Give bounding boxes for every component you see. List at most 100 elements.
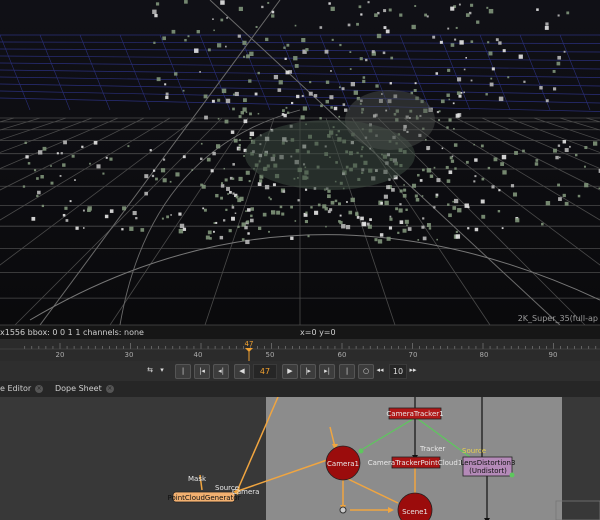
cloud-point [297, 199, 300, 202]
cloud-point [325, 99, 329, 104]
cloud-point [488, 8, 494, 14]
stop-button[interactable]: ○ [358, 364, 374, 379]
cloud-point [62, 163, 66, 167]
panel-tab-bar: e Editor × Dope Sheet × [0, 381, 600, 398]
input-handle[interactable] [358, 448, 364, 454]
tab-label: e Editor [0, 384, 32, 393]
cloud-point [267, 1, 270, 4]
tick-label: 80 [479, 351, 489, 359]
close-icon[interactable]: × [105, 384, 114, 393]
loop-mode-icon[interactable]: ⇆ [143, 364, 157, 377]
cloud-point [406, 224, 408, 227]
cloud-point [415, 198, 420, 202]
play-forward-button[interactable]: ▶ [282, 364, 298, 379]
cloud-point [404, 219, 409, 224]
cloud-point [568, 145, 571, 148]
cloud-point [238, 176, 243, 182]
cloud-point [328, 2, 331, 5]
cloud-point [453, 127, 455, 130]
cloud-point [556, 61, 561, 66]
increment-field[interactable]: 10 [389, 364, 407, 379]
cloud-point [223, 219, 226, 222]
timeline[interactable]: 47 20 30 40 50 60 70 80 90 [0, 339, 600, 361]
first-frame-button[interactable]: | [175, 364, 191, 379]
cloud-point [347, 23, 351, 27]
cloud-point [301, 37, 306, 43]
close-icon[interactable]: × [35, 384, 44, 393]
dot-node[interactable] [339, 506, 347, 514]
cloud-point [544, 25, 549, 30]
cloud-point [522, 149, 525, 153]
frame-field[interactable]: 47 [253, 364, 277, 379]
cloud-point [286, 43, 290, 47]
next-keyframe-button[interactable]: ▸| [319, 364, 335, 379]
cloud-point [232, 93, 235, 96]
cloud-point [165, 95, 169, 100]
cloud-point [202, 207, 205, 210]
cloud-point [414, 5, 417, 7]
cloud-point [339, 43, 342, 47]
skip-back-icon[interactable]: ◂◂ [373, 364, 387, 377]
cloud-point [257, 182, 262, 186]
cloud-point [281, 212, 285, 216]
cloud-point [272, 183, 276, 187]
cloud-point [305, 48, 309, 52]
cloud-point [59, 175, 62, 177]
viewer-canvas[interactable] [0, 0, 600, 325]
cloud-point [566, 11, 570, 15]
tick-label: 90 [548, 351, 558, 359]
cloud-point [577, 194, 581, 198]
cloud-point [281, 113, 285, 116]
previous-keyframe-button[interactable]: |◂ [194, 364, 210, 379]
cloud-point [314, 210, 319, 215]
cloud-point [219, 235, 224, 240]
cloud-point [450, 43, 455, 47]
cloud-point [493, 157, 498, 162]
connection-line [237, 397, 279, 490]
cloud-point [426, 168, 432, 173]
cloud-point [278, 80, 283, 85]
navigator-frame[interactable] [555, 500, 600, 520]
cloud-point [490, 77, 493, 80]
tab-curve-editor[interactable]: e Editor × [0, 384, 44, 393]
step-back-button[interactable]: ◂| [213, 364, 229, 379]
cloud-point [383, 26, 387, 30]
cloud-point [536, 8, 539, 11]
cloud-point [319, 26, 323, 29]
cloud-point [455, 113, 460, 118]
cloud-point [109, 209, 114, 213]
cloud-point [399, 189, 403, 193]
cloud-point [557, 144, 561, 147]
skip-forward-icon[interactable]: ▸▸ [406, 364, 420, 377]
cloud-point [247, 232, 250, 235]
cloud-point [191, 169, 194, 171]
tab-dope-sheet[interactable]: Dope Sheet × [55, 384, 114, 393]
cloud-point [399, 203, 402, 206]
loop-dropdown-icon[interactable]: ▾ [158, 364, 166, 377]
cloud-point [224, 178, 228, 182]
cloud-point [455, 26, 458, 29]
cloud-point [327, 210, 331, 214]
cloud-point [199, 71, 201, 73]
cloud-point [291, 101, 294, 105]
timeline-ruler[interactable] [0, 339, 600, 361]
cloud-point [500, 162, 505, 166]
play-backward-button[interactable]: ◀ [234, 364, 250, 379]
last-frame-button[interactable]: | [339, 364, 355, 379]
viewer-3d[interactable]: 2K_Super_35(full-ap [0, 0, 600, 325]
cloud-point [325, 225, 327, 228]
tick-label: 30 [124, 351, 134, 359]
step-forward-button[interactable]: |▸ [300, 364, 316, 379]
cloud-point [232, 107, 235, 111]
cloud-point [433, 206, 436, 209]
cloud-point [283, 46, 286, 49]
input-handle[interactable] [509, 472, 515, 478]
node-graph[interactable]: CameraTracker1 Camera1 CameraTrackerPoin… [0, 397, 600, 520]
cloud-point [583, 165, 586, 168]
cloud-point [441, 147, 444, 150]
cloud-point [362, 79, 366, 84]
cloud-point [330, 6, 335, 11]
cloud-point [384, 200, 389, 206]
cloud-point [27, 162, 31, 165]
node-graph-canvas[interactable]: CameraTracker1 Camera1 CameraTrackerPoin… [0, 397, 600, 520]
